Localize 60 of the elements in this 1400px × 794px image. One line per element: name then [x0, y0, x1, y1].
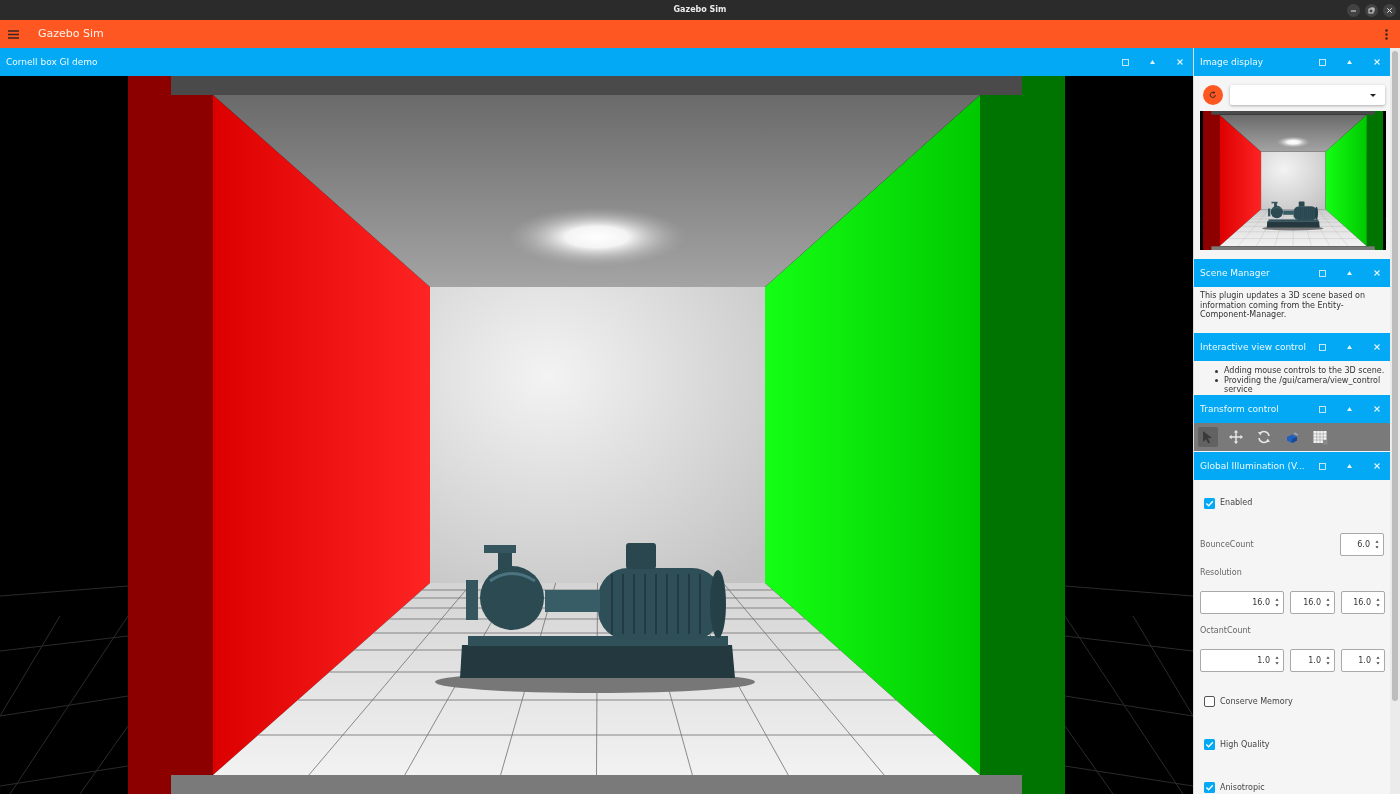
spinner-arrows-icon[interactable]	[1275, 656, 1279, 665]
triangle-icon[interactable]	[1347, 407, 1352, 411]
spinner-arrows-icon[interactable]	[1376, 598, 1380, 607]
cursor-icon[interactable]	[1198, 427, 1218, 447]
panel-title: Global Illumination (V...	[1200, 460, 1305, 472]
field-label: Resolution	[1200, 567, 1242, 579]
description-text: This plugin updates a 3D scene based on information coming from the Entity-Component-Manager.	[1200, 291, 1366, 320]
refresh-icon[interactable]	[1203, 85, 1223, 105]
triangle-icon[interactable]	[1150, 60, 1155, 64]
list-item-text: Adding mouse controls to the 3D scene.	[1224, 366, 1385, 376]
caret-icon	[1370, 93, 1376, 97]
number-field[interactable]: 1.0	[1200, 649, 1284, 672]
restore-icon[interactable]	[1365, 3, 1378, 17]
number-field[interactable]: 16.0	[1290, 591, 1335, 614]
checkbox[interactable]	[1204, 696, 1215, 707]
number-field[interactable]: 1.0	[1341, 649, 1385, 672]
checkbox-label: Anisotropic	[1220, 782, 1265, 793]
square-icon[interactable]	[1319, 462, 1326, 470]
app-title: Gazebo Sim	[38, 27, 104, 41]
panel-title: Image display	[1200, 56, 1263, 68]
bullet-icon	[1215, 379, 1218, 383]
spinner-arrows-icon[interactable]	[1326, 598, 1330, 607]
panel-title: Transform control	[1200, 403, 1279, 415]
list-item-text: Providing the /gui/camera/view_control service	[1224, 375, 1382, 395]
square-icon[interactable]	[1319, 269, 1326, 277]
square-icon[interactable]	[1122, 58, 1129, 66]
checkbox[interactable]	[1204, 782, 1215, 793]
number-field[interactable]: 1.0	[1290, 649, 1335, 672]
square-icon[interactable]	[1319, 405, 1326, 413]
window-title: Gazebo Sim	[673, 5, 727, 15]
checkbox[interactable]	[1204, 497, 1215, 509]
number-field[interactable]: 6.0	[1340, 533, 1384, 556]
square-icon[interactable]	[1319, 343, 1326, 351]
number-field[interactable]: 16.0	[1341, 591, 1385, 614]
minimize-icon[interactable]	[1347, 3, 1360, 17]
triangle-icon[interactable]	[1347, 345, 1352, 349]
scrollbar[interactable]	[1390, 48, 1400, 794]
spinner-arrows-icon[interactable]	[1375, 540, 1379, 549]
checkbox-label: Conserve Memory	[1220, 696, 1293, 707]
close-icon[interactable]	[1383, 3, 1396, 17]
checkbox-label: Enabled	[1220, 498, 1253, 508]
square-icon[interactable]	[1319, 58, 1326, 66]
triangle-icon[interactable]	[1347, 464, 1352, 468]
panel-title: Scene Manager	[1200, 267, 1270, 279]
field-label: OctantCount	[1200, 625, 1251, 637]
spinner-arrows-icon[interactable]	[1376, 656, 1380, 665]
spinner-arrows-icon[interactable]	[1275, 598, 1279, 607]
more-options-icon[interactable]	[1385, 28, 1388, 40]
triangle-icon[interactable]	[1347, 271, 1352, 275]
scrollbar-thumb[interactable]	[1392, 51, 1398, 701]
panel-title: Interactive view control	[1200, 341, 1307, 353]
bullet-icon	[1215, 369, 1218, 373]
number-field[interactable]: 16.0	[1200, 591, 1284, 614]
triangle-icon[interactable]	[1347, 60, 1352, 64]
spinner-arrows-icon[interactable]	[1326, 656, 1330, 665]
checkbox[interactable]	[1204, 739, 1215, 750]
panel-title: Cornell box GI demo	[6, 56, 98, 68]
field-label: BounceCount	[1200, 539, 1254, 550]
menu-icon[interactable]	[8, 29, 19, 39]
checkbox-label: High Quality	[1220, 739, 1270, 750]
